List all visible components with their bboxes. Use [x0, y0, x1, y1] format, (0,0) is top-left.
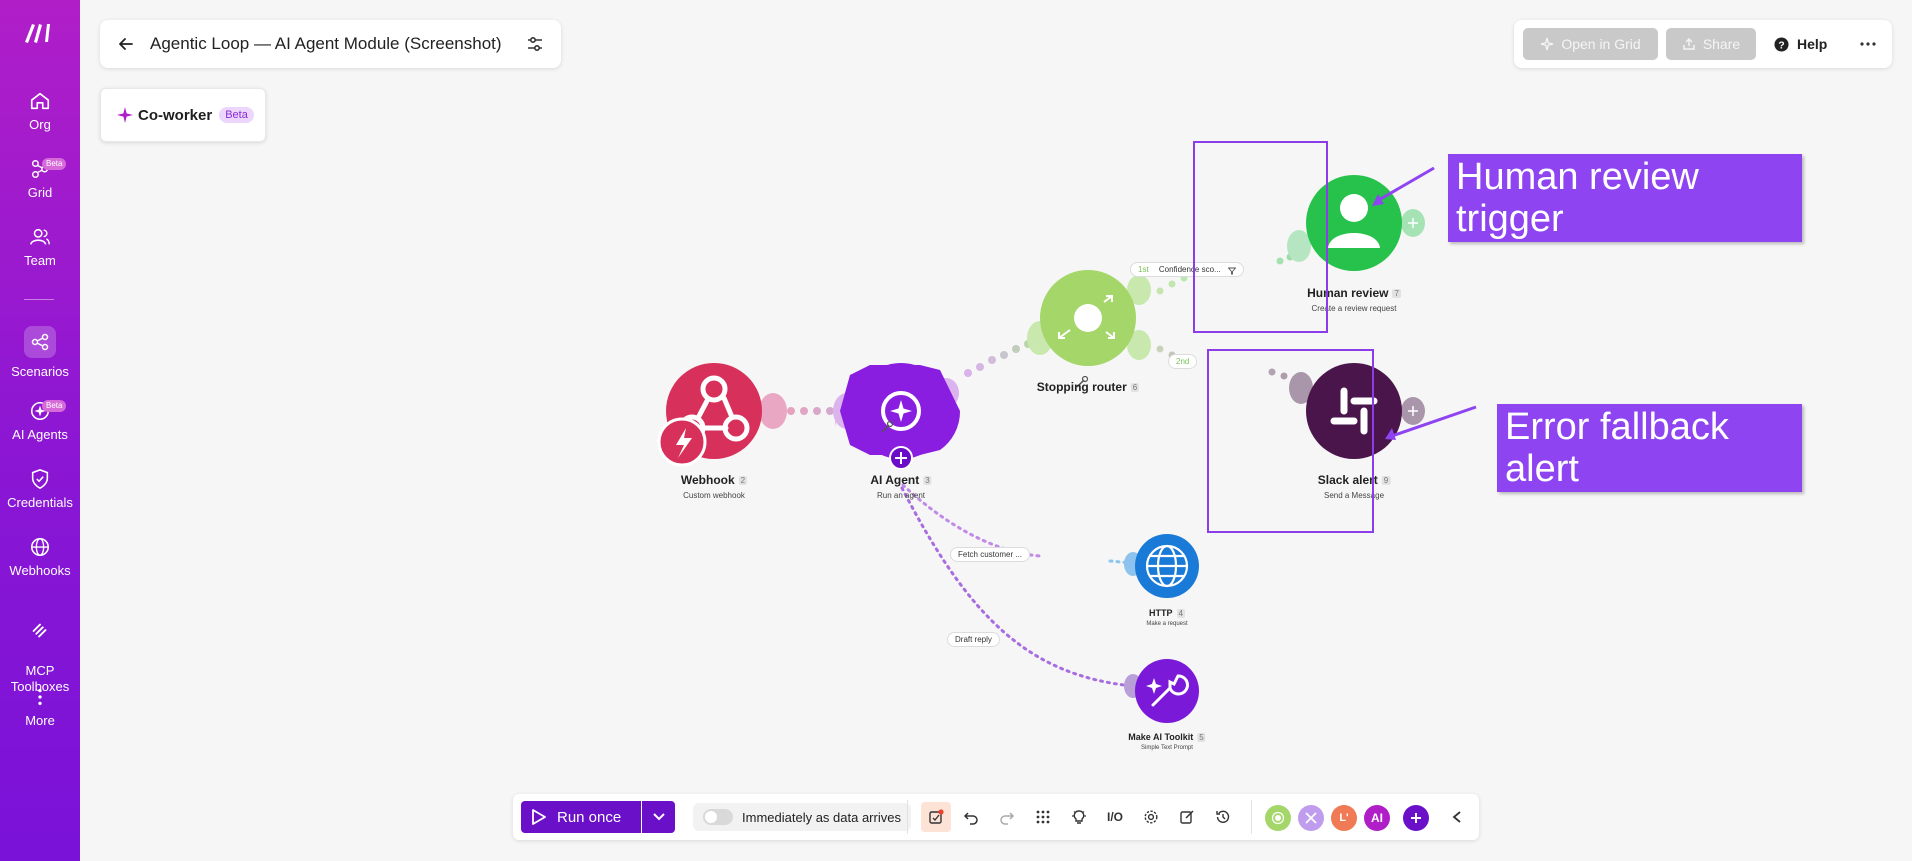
dots-grid-icon: [1036, 810, 1050, 824]
toolbar-divider: [1251, 800, 1252, 834]
sidebar-item-label: Credentials: [7, 495, 73, 510]
scenarios-icon-wrap: [24, 326, 56, 358]
toolbox-icon: [32, 623, 47, 638]
notes-edit-button[interactable]: [1175, 805, 1199, 829]
grid-beta-badge: Beta: [42, 158, 67, 170]
bottom-toolbar: Run once Immediately as data arrives I/O: [513, 794, 1479, 840]
run-once-button[interactable]: Run once: [521, 801, 641, 833]
chevron-left-icon: [1452, 811, 1461, 823]
schedule-toggle[interactable]: [703, 809, 733, 825]
history-icon: [1216, 810, 1230, 823]
sidebar-item-ai-agents[interactable]: Beta AI Agents: [0, 400, 80, 443]
home-icon: [30, 92, 50, 110]
sidebar-item-label: Team: [24, 253, 56, 268]
undo-icon: [963, 812, 978, 825]
auto-align-button[interactable]: [1031, 805, 1055, 829]
io-icon: I/O: [1106, 810, 1123, 824]
sidebar-item-label: Org: [29, 117, 51, 132]
sidebar-item-grid[interactable]: Beta Grid: [0, 158, 80, 201]
notes-icon: [929, 809, 944, 824]
scenario-canvas[interactable]: 1st Confidence sco... 2nd Fetch customer…: [80, 0, 1912, 861]
redo-icon: [1000, 812, 1015, 825]
sidebar-item-label: Scenarios: [11, 364, 69, 379]
sidebar-item-label: Grid: [27, 185, 53, 200]
scenarios-icon: [31, 333, 49, 351]
chevron-down-icon: [652, 813, 665, 821]
undo-button[interactable]: [959, 805, 983, 829]
l-app-avatar[interactable]: L': [1331, 805, 1357, 831]
sidebar-item-scenarios[interactable]: Scenarios: [0, 326, 80, 380]
run-once-label: Run once: [557, 808, 622, 826]
sidebar-item-org[interactable]: Org: [0, 90, 80, 133]
io-button[interactable]: I/O: [1103, 805, 1127, 829]
more-vertical-icon: [38, 688, 42, 706]
router-icon: [1271, 811, 1285, 825]
edit-icon: [1180, 810, 1194, 824]
run-options-dropdown[interactable]: [642, 801, 675, 833]
arrow-error-fallback: [1391, 405, 1477, 438]
add-module-button[interactable]: [1403, 805, 1429, 831]
plus-icon: [1411, 813, 1421, 823]
sidebar-item-label: AI Agents: [12, 427, 68, 442]
sidebar-item-label: Webhooks: [9, 563, 71, 578]
sidebar: Org Beta Grid Team Scenarios Beta AI Age…: [0, 0, 80, 861]
make-logo-icon[interactable]: [22, 18, 58, 48]
shield-icon: [31, 469, 49, 490]
sidebar-item-webhooks[interactable]: Webhooks: [0, 536, 80, 579]
ai-agents-beta-badge: Beta: [42, 400, 67, 412]
sidebar-item-more[interactable]: More: [0, 686, 80, 729]
sidebar-divider: [24, 299, 54, 300]
arrow-human-review: [1376, 166, 1435, 203]
history-button[interactable]: [1211, 805, 1235, 829]
ai-app-avatar[interactable]: AI: [1364, 805, 1390, 831]
scenario-settings-button[interactable]: [1139, 805, 1163, 829]
toolbar-divider: [907, 800, 908, 834]
agent-app-avatar[interactable]: [1298, 805, 1324, 831]
sidebar-item-credentials[interactable]: Credentials: [0, 468, 80, 511]
router-app-avatar[interactable]: [1265, 805, 1291, 831]
notes-button[interactable]: [921, 802, 951, 832]
annotation-error-fallback: Error fallback alert: [1497, 404, 1802, 492]
schedule-label: Immediately as data arrives: [742, 809, 901, 825]
play-icon: [532, 809, 546, 825]
schedule-toggle-group[interactable]: Immediately as data arrives: [693, 803, 911, 831]
sidebar-item-mcp-toolboxes[interactable]: MCP Toolboxes: [0, 604, 80, 695]
collapse-toolbar-button[interactable]: [1445, 805, 1469, 829]
explain-flow-button[interactable]: [1067, 805, 1091, 829]
sidebar-item-label: More: [25, 713, 55, 728]
lightbulb-icon: [1072, 810, 1086, 824]
redo-button[interactable]: [995, 805, 1019, 829]
annotation-human-review: Human review trigger: [1448, 154, 1802, 242]
globe-icon: [30, 537, 50, 557]
tools-icon: [1305, 812, 1317, 824]
team-icon: [30, 228, 50, 245]
gear-icon: [1144, 810, 1158, 824]
sidebar-item-team[interactable]: Team: [0, 226, 80, 269]
